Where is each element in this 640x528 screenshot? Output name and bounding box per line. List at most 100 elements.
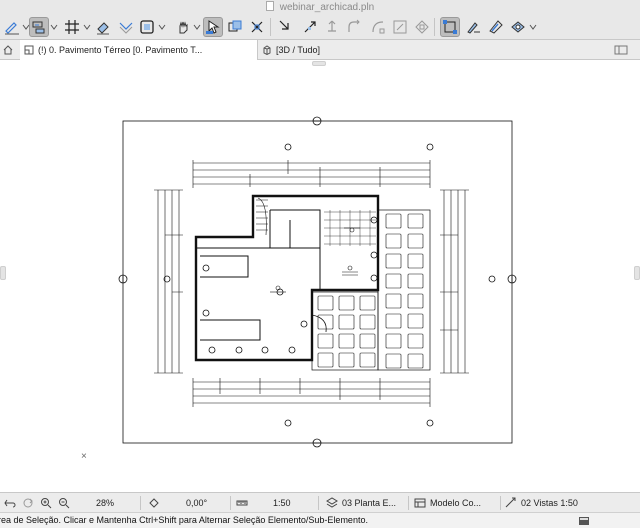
paint-icon[interactable] (463, 17, 483, 37)
zoom-in-icon (41, 498, 52, 509)
deck-tile (385, 313, 402, 329)
layer-combination[interactable]: 03 Planta E... (326, 493, 396, 513)
stair (256, 197, 268, 236)
deck-tile (338, 333, 355, 349)
navbar-divider (140, 496, 141, 510)
tab-home[interactable] (0, 40, 20, 60)
tab-floor-plan[interactable]: (!) 0. Pavimento Térreo [0. Pavimento T.… (20, 40, 258, 60)
brush-icon[interactable] (390, 17, 410, 37)
explode-icon[interactable] (300, 17, 320, 37)
door-swing (311, 314, 327, 333)
deck-tile (407, 293, 424, 309)
deck-tile (359, 314, 376, 330)
elevation-frame (122, 120, 513, 444)
rotation-angle[interactable]: 0,00° (186, 493, 207, 513)
tab-list-toggle[interactable] (600, 40, 640, 60)
hand-icon[interactable] (173, 17, 193, 37)
redo-zoom-icon (23, 498, 33, 508)
floor-plan-drawing (118, 116, 517, 448)
magic-wand-icon[interactable] (29, 17, 49, 37)
dimension-lines-bottom (192, 378, 431, 407)
zoom-out-button[interactable] (58, 493, 74, 513)
dimension-standard[interactable]: 02 Vistas 1:50 (505, 493, 578, 513)
deck-tile (385, 333, 402, 349)
drawing-scale[interactable]: 1:50 (273, 493, 291, 513)
eraser-icon[interactable] (93, 17, 113, 37)
dimension-lines-right (440, 189, 469, 374)
window-title: webinar_archicad.pln (0, 1, 640, 13)
deck-tile (359, 352, 376, 368)
zoom-fit-icon (59, 498, 70, 509)
tab-3d[interactable]: [3D / Tudo] (258, 40, 378, 60)
deck-tile (407, 313, 424, 329)
deck-tile (407, 213, 424, 229)
elevation-marker-left (118, 274, 128, 284)
status-bar: rea de Seleção. Clicar e Mantenha Ctrl+S… (0, 512, 640, 528)
deck-tile (338, 352, 355, 368)
deck-tile (407, 273, 424, 289)
main-toolbar: webinar_archicad.pln (0, 0, 640, 40)
scale-button[interactable] (236, 493, 252, 513)
node-edit-icon[interactable] (440, 17, 460, 37)
view-options-icon[interactable] (508, 17, 528, 37)
navbar-divider (318, 496, 319, 510)
deck-tile (385, 293, 402, 309)
status-message: rea de Seleção. Clicar e Mantenha Ctrl+S… (0, 515, 368, 525)
grid-icon[interactable] (62, 17, 82, 37)
toolbar-divider (270, 18, 271, 36)
undo-zoom-button[interactable] (4, 493, 20, 513)
model-view-options[interactable]: Modelo Co... (414, 493, 481, 513)
selection-dropdown-icon[interactable] (158, 22, 166, 32)
deck-tile (385, 273, 402, 289)
material-icon[interactable] (486, 17, 506, 37)
magic-wand-dropdown-icon[interactable] (50, 22, 58, 32)
deck-tile (317, 352, 334, 368)
eyedropper-icon[interactable] (368, 17, 388, 37)
zoom-level[interactable]: 28% (96, 493, 114, 513)
deck-tile (385, 233, 402, 249)
dimension-lines-top (192, 160, 431, 188)
deck-tile (317, 333, 334, 349)
edit-selection-icon[interactable] (344, 17, 364, 37)
deck-tile (317, 295, 334, 311)
navbar-divider (230, 496, 231, 510)
offset-icon[interactable] (225, 17, 245, 37)
view-options-dropdown-icon[interactable] (529, 22, 537, 32)
rotation-button[interactable] (148, 493, 164, 513)
trim-icon[interactable] (247, 17, 267, 37)
fillet-icon[interactable] (276, 17, 296, 37)
dimension-icon (505, 497, 516, 508)
document-icon (265, 1, 274, 11)
tab-bar: (!) 0. Pavimento Térreo [0. Pavimento T.… (0, 40, 640, 60)
floor-plan-icon (24, 45, 34, 55)
redo-zoom-button[interactable] (22, 493, 38, 513)
status-window-icon[interactable] (578, 515, 590, 527)
drawing-canvas[interactable]: × (0, 60, 640, 492)
layers-icon (326, 497, 338, 508)
pencil-icon[interactable] (2, 17, 22, 37)
deck-tile (407, 253, 424, 269)
deck-tile (317, 314, 334, 330)
building-walls (194, 194, 380, 362)
layer-icon[interactable] (116, 17, 136, 37)
deck-tile (407, 353, 424, 369)
home-icon (3, 45, 13, 55)
undo-zoom-icon (4, 499, 16, 508)
toolbar-divider (434, 18, 435, 36)
ruler-icon (236, 500, 248, 506)
deck-tile (385, 253, 402, 269)
deck-tile (359, 295, 376, 311)
deck-tile (407, 233, 424, 249)
rotate-icon (149, 498, 159, 508)
selection-icon[interactable] (137, 17, 157, 37)
navbar-divider (408, 496, 409, 510)
close-icon[interactable]: × (81, 451, 87, 462)
zoom-in-button[interactable] (40, 493, 56, 513)
group-icon[interactable] (322, 17, 342, 37)
move-icon[interactable] (203, 17, 223, 37)
hand-dropdown-icon[interactable] (193, 22, 201, 32)
model-view-icon (414, 498, 426, 508)
deck-tile (385, 213, 402, 229)
transform-icon[interactable] (412, 17, 432, 37)
grid-dropdown-icon[interactable] (83, 22, 91, 32)
